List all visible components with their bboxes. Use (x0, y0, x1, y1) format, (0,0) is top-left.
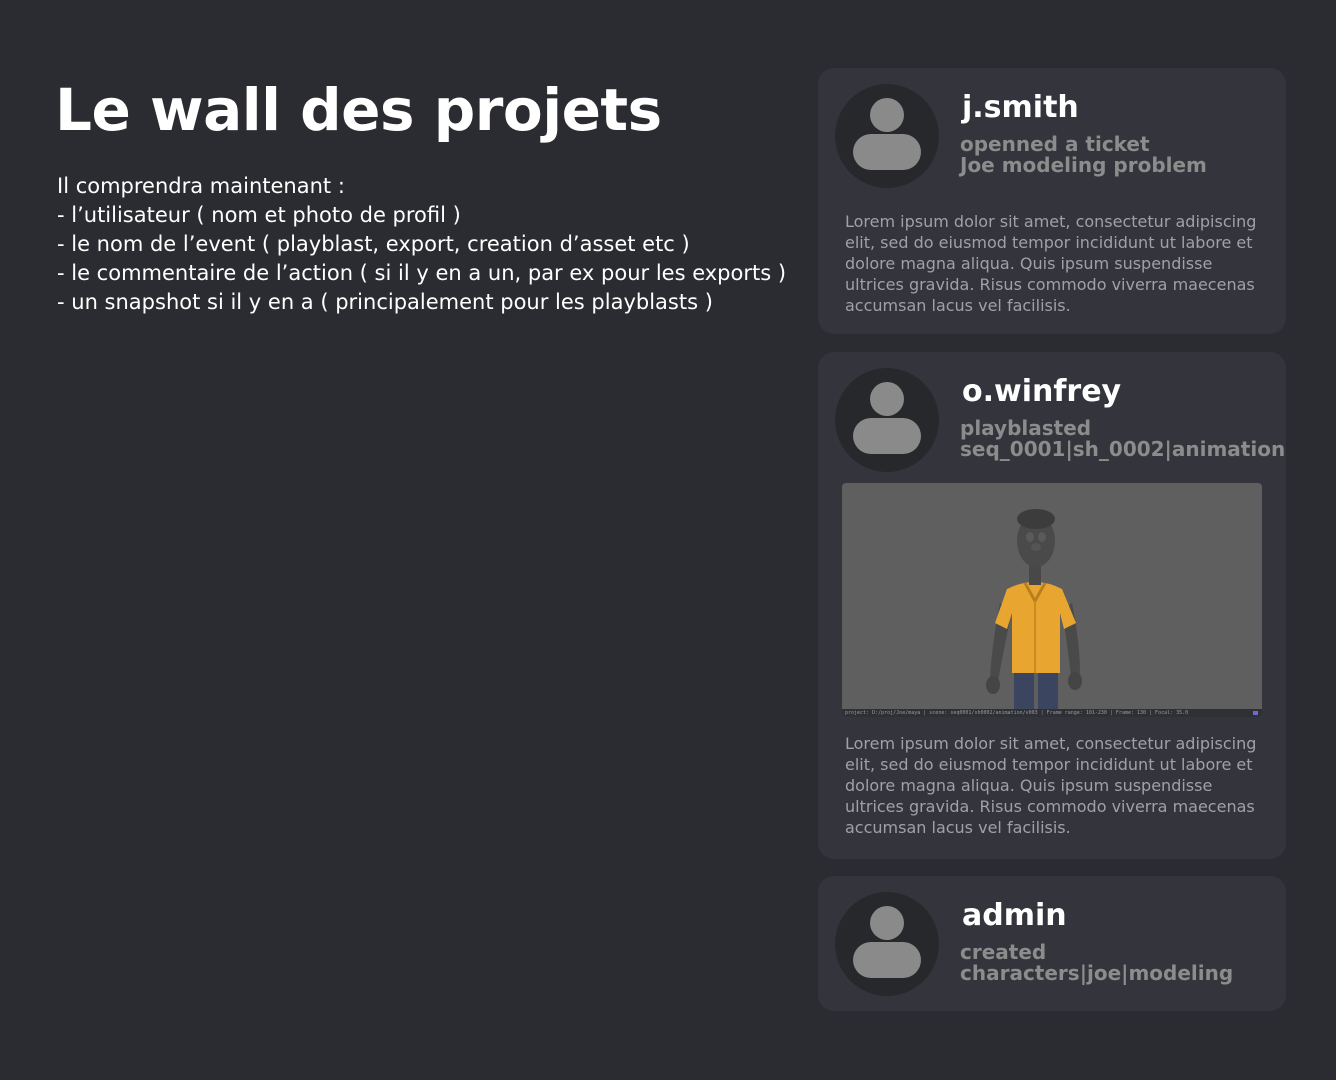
user-avatar-icon[interactable] (835, 84, 939, 188)
event-comment: Lorem ipsum dolor sit amet, consectetur … (845, 212, 1257, 315)
statusbar-marker-icon (1253, 711, 1258, 715)
playblast-snapshot[interactable]: project: D:/proj/Joe/maya | scene: seq00… (842, 483, 1262, 717)
statusbar-text: project: D:/proj/Joe/maya | scene: seq00… (845, 710, 1189, 716)
feed-card-ticket[interactable]: j.smith openned a ticket Joe modeling pr… (818, 68, 1286, 334)
avatar-body (853, 134, 921, 170)
avatar-head (870, 98, 904, 132)
username[interactable]: o.winfrey (962, 374, 1121, 409)
avatar-head (870, 906, 904, 940)
page-description: Il comprendra maintenant : - l’utilisate… (57, 172, 797, 317)
character-render-icon (986, 509, 1082, 709)
event-comment: Lorem ipsum dolor sit amet, consectetur … (845, 734, 1257, 837)
event-action: playblasted (960, 416, 1092, 440)
avatar-head (870, 382, 904, 416)
description-line: - le nom de l’event ( playblast, export,… (57, 232, 690, 256)
user-avatar-icon[interactable] (835, 892, 939, 996)
description-line: - le commentaire de l’action ( si il y e… (57, 261, 787, 285)
event-target[interactable]: Joe modeling problem (960, 154, 1207, 176)
event-target[interactable]: characters|joe|modeling (960, 962, 1233, 984)
description-line: Il comprendra maintenant : (57, 174, 345, 198)
event-action: openned a ticket (960, 132, 1150, 156)
username[interactable]: admin (962, 898, 1067, 933)
username[interactable]: j.smith (962, 90, 1079, 125)
description-line: - un snapshot si il y en a ( principalem… (57, 290, 713, 314)
avatar-body (853, 418, 921, 454)
description-line: - l’utilisateur ( nom et photo de profil… (57, 203, 461, 227)
event-target[interactable]: seq_0001|sh_0002|animation (960, 438, 1285, 460)
avatar-body (853, 942, 921, 978)
feed-card-playblast[interactable]: o.winfrey playblasted seq_0001|sh_0002|a… (818, 352, 1286, 859)
feed-card-created[interactable]: admin created characters|joe|modeling (818, 876, 1286, 1011)
user-avatar-icon[interactable] (835, 368, 939, 472)
event-action: created (960, 940, 1047, 964)
viewport-statusbar: project: D:/proj/Joe/maya | scene: seq00… (842, 709, 1262, 717)
page-title: Le wall des projets (55, 76, 662, 144)
